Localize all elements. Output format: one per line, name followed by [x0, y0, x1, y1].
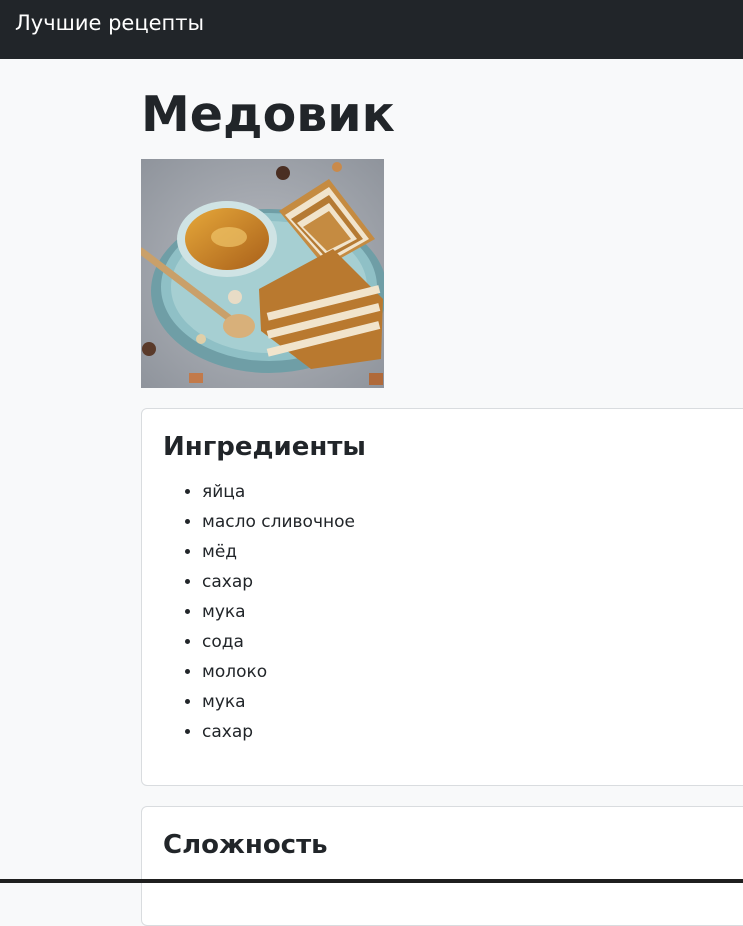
difficulty-heading: Сложность [163, 830, 328, 860]
recipe-image [141, 159, 384, 388]
ingredient-item: молоко [202, 659, 355, 689]
ingredients-heading: Ингредиенты [163, 432, 366, 462]
window-bottom-edge [0, 879, 743, 883]
ingredient-item: мука [202, 599, 355, 629]
navbar: Лучшие рецепты [0, 0, 743, 59]
recipe-title: Медовик [141, 86, 395, 143]
ingredients-card: Ингредиенты яйца масло сливочное мёд сах… [141, 408, 743, 786]
ingredient-item: сода [202, 629, 355, 659]
navbar-brand[interactable]: Лучшие рецепты [15, 11, 204, 35]
ingredient-item: сахар [202, 569, 355, 599]
ingredients-list: яйца масло сливочное мёд сахар мука сода… [202, 479, 355, 749]
ingredient-item: мёд [202, 539, 355, 569]
ingredient-item: мука [202, 689, 355, 719]
ingredient-item: сахар [202, 719, 355, 749]
ingredient-item: яйца [202, 479, 355, 509]
difficulty-card: Сложность [141, 806, 743, 926]
ingredient-item: масло сливочное [202, 509, 355, 539]
